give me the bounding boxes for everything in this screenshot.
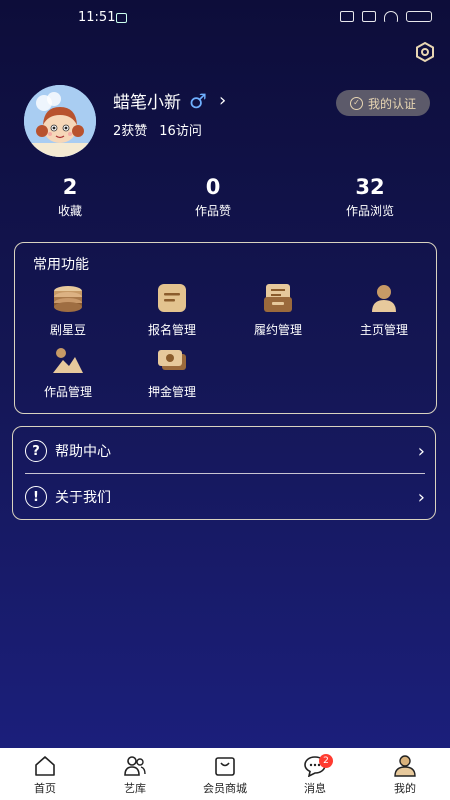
battery-icon (406, 11, 432, 22)
tab-home[interactable]: 首页 (0, 748, 90, 800)
certification-label: 我的认证 (367, 96, 416, 111)
user-icon (394, 755, 416, 777)
function-deposit[interactable]: 押金管理 (127, 345, 217, 400)
likes-count: 2获赞 (113, 124, 148, 139)
nickname: 蜡笔小新 (113, 93, 181, 113)
status-bar: 11:51 (0, 0, 450, 38)
metric-label: 作品浏览 (345, 204, 394, 218)
function-registration[interactable]: 报名管理 (127, 283, 217, 338)
wifi-icon (384, 11, 398, 22)
menu-label: 帮助中心 (55, 444, 111, 460)
function-star-beans[interactable]: 剧星豆 (23, 283, 113, 338)
my-certification-button[interactable]: ✓ 我的认证 (336, 90, 430, 116)
tab-label: 我的 (394, 782, 416, 795)
notification-icon (116, 13, 127, 23)
function-works[interactable]: 作品管理 (23, 345, 113, 400)
function-contract[interactable]: 履约管理 (233, 283, 323, 338)
shopping-bag-icon (215, 757, 235, 776)
function-label: 剧星豆 (49, 323, 86, 337)
tab-art-library[interactable]: 艺库 (90, 748, 180, 800)
question-circle-icon: ? (25, 440, 47, 462)
settings-button[interactable] (414, 41, 436, 63)
money-icon (158, 350, 186, 370)
function-label: 作品管理 (43, 385, 92, 399)
menu-card: ? 帮助中心 › ! 关于我们 › (12, 426, 436, 520)
common-functions-card: 常用功能 剧星豆 报名管理 履约管理 主页管理 作品管理 押金管理 (14, 242, 437, 414)
metric-value: 0 (205, 175, 221, 199)
metric-work-likes[interactable]: 0 作品赞 (178, 175, 248, 219)
picture-icon (53, 348, 83, 373)
metric-value: 2 (62, 175, 78, 199)
profile-name-link[interactable]: 蜡笔小新 ♂ › (113, 88, 226, 113)
people-icon (124, 756, 146, 776)
menu-about-us[interactable]: ! 关于我们 › (25, 477, 425, 517)
contract-icon (264, 284, 292, 312)
home-icon (35, 756, 55, 776)
menu-help-center[interactable]: ? 帮助中心 › (25, 431, 425, 471)
menu-label: 关于我们 (55, 490, 111, 506)
tab-member-mall[interactable]: 会员商城 (180, 748, 270, 800)
tab-label: 会员商城 (203, 782, 247, 795)
tab-label: 艺库 (124, 782, 146, 795)
metric-work-views[interactable]: 32 作品浏览 (334, 175, 406, 219)
function-label: 报名管理 (147, 323, 196, 337)
form-icon (158, 284, 186, 312)
tab-mine[interactable]: 我的 (360, 748, 450, 800)
coins-icon (54, 286, 82, 312)
profile-stats: 2获赞 16访问 (113, 120, 202, 139)
check-shield-icon: ✓ (349, 96, 363, 110)
cloud-icon (362, 11, 376, 22)
menu-divider (25, 473, 425, 474)
section-title: 常用功能 (33, 257, 89, 273)
avatar[interactable] (24, 85, 96, 157)
message-badge: 2 (319, 754, 333, 768)
tab-messages[interactable]: 消息 (270, 748, 360, 800)
status-icons (340, 11, 432, 22)
chevron-right-icon: › (218, 90, 227, 111)
function-homepage[interactable]: 主页管理 (339, 283, 429, 338)
status-time: 11:51 (78, 10, 116, 25)
exclamation-circle-icon: ! (25, 486, 47, 508)
hexagon-settings-icon (416, 41, 434, 63)
function-label: 履约管理 (253, 323, 302, 337)
tab-label: 消息 (304, 782, 326, 795)
metric-label: 作品赞 (194, 204, 231, 218)
function-label: 主页管理 (359, 323, 408, 337)
metric-favorites[interactable]: 2 收藏 (40, 175, 100, 219)
function-label: 押金管理 (147, 385, 196, 399)
avatar-image (24, 85, 96, 157)
metric-value: 32 (355, 175, 385, 199)
chevron-right-icon: › (417, 486, 425, 508)
metric-label: 收藏 (57, 204, 82, 218)
male-icon: ♂ (189, 88, 207, 113)
profile-metrics: 2 收藏 0 作品赞 32 作品浏览 (0, 175, 450, 225)
visits-count: 16访问 (159, 124, 202, 139)
chevron-right-icon: › (417, 440, 425, 462)
profile-icon (372, 285, 396, 312)
tab-label: 首页 (34, 782, 56, 795)
alarm-icon (340, 11, 354, 22)
bottom-tab-bar: 首页 艺库 会员商城 消息 我的 2 (0, 748, 450, 800)
